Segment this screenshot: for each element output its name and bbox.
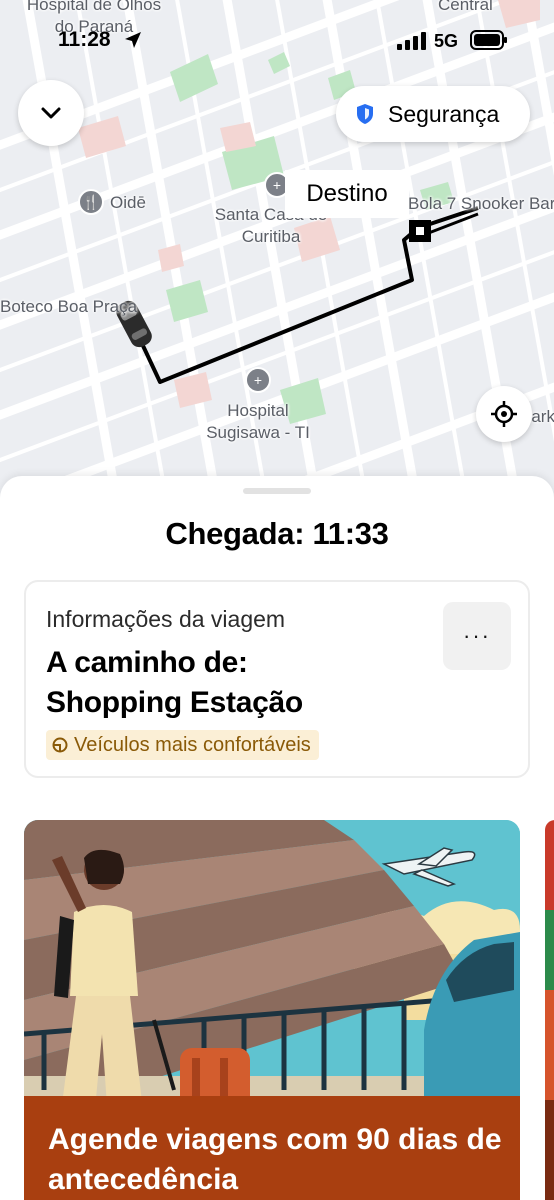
destination-tag: Destino [285,170,409,218]
map-label-hospital-sugisawa: Hospital Sugisawa - TI [206,401,310,442]
promo-banner: Agende viagens com 90 dias de antecedênc… [24,1096,520,1200]
map-view[interactable]: Hospital de Olhos do Paraná Central 🍴 Oi… [0,0,554,500]
steering-wheel-icon [52,737,68,753]
trip-info-heading: Informações da viagem [46,606,286,632]
schedule-promo-card[interactable]: Agende viagens com 90 dias de antecedênc… [24,820,520,1200]
destination-name: Shopping Estação [46,686,303,719]
signal-icon [397,32,426,50]
recenter-button[interactable] [476,386,532,442]
collapse-map-button[interactable] [18,80,84,146]
trip-bottom-sheet[interactable]: Chegada: 11:33 Informações da viagem A c… [0,476,554,1200]
network-type: 5G [434,31,459,51]
promo-illustration [24,820,520,1120]
safety-label: Segurança [388,100,500,127]
map-label-boteco: Boteco Boa Praça [0,297,138,316]
comfort-badge-label: Veículos mais confortáveis [74,733,311,756]
crosshair-icon [491,401,517,427]
promo-title: Agende viagens com 90 dias de antecedênc… [48,1123,502,1196]
destination-prefix: A caminho de: [46,646,248,679]
more-options-button[interactable]: ··· [443,602,511,670]
arrival-time: Chegada: 11:33 [165,516,389,551]
restaurant-icon: 🍴 [78,189,104,215]
shield-icon [357,104,373,124]
status-bar: 11:28 5G [0,0,554,84]
next-promo-card[interactable] [545,820,554,1200]
location-arrow-icon [125,32,141,48]
chevron-down-icon [41,107,61,119]
trip-info-card[interactable]: Informações da viagem A caminho de: Shop… [24,580,530,778]
map-label-bola-snooker: Bola 7 Snooker Bar [408,194,554,213]
status-time: 11:28 [58,28,111,51]
safety-button[interactable]: Segurança [336,86,530,142]
more-icon: ··· [463,623,491,648]
hospital-icon: + [245,367,271,393]
map-label-oide: Oidē [110,193,146,212]
comfort-badge: Veículos mais confortáveis [46,730,319,760]
sheet-drag-handle[interactable] [243,488,311,494]
battery-icon [470,30,507,50]
